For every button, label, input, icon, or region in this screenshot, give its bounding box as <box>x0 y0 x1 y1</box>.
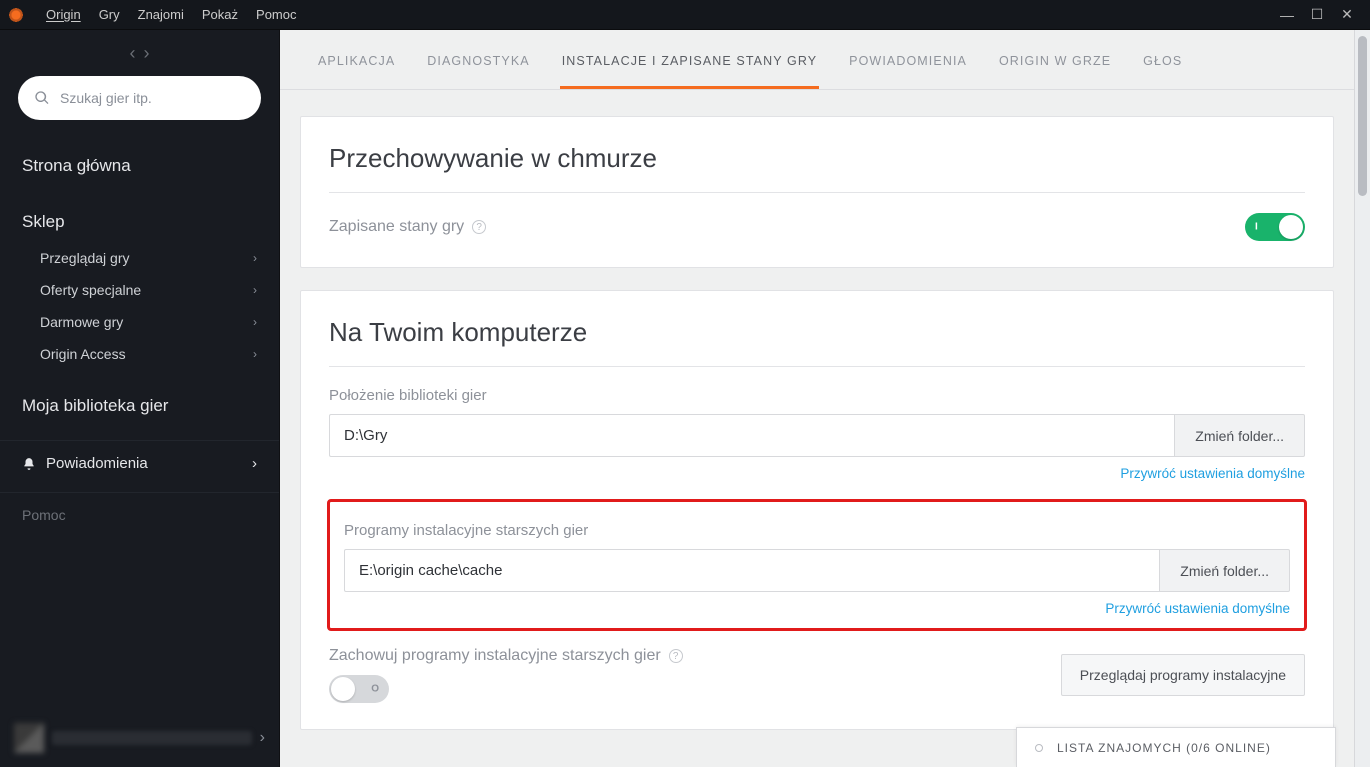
divider <box>329 366 1305 367</box>
menu-games[interactable]: Gry <box>99 7 120 22</box>
nav-forward-icon[interactable]: › <box>144 43 150 64</box>
legacy-installers-label: Programy instalacyjne starszych gier <box>344 522 1290 539</box>
toggle-on-label: I <box>1255 222 1258 233</box>
titlebar: Origin Gry Znajomi Pokaż Pomoc — ☐ ✕ <box>0 0 1370 30</box>
scrollbar-thumb[interactable] <box>1358 36 1367 196</box>
keep-installers-toggle[interactable]: O <box>329 675 389 703</box>
origin-logo-icon <box>8 7 24 23</box>
sidebar-store-browse[interactable]: Przeglądaj gry › <box>0 242 279 274</box>
browse-installers-button[interactable]: Przeglądaj programy instalacyjne <box>1061 654 1305 696</box>
sidebar-help[interactable]: Pomoc <box>0 493 279 537</box>
search-field[interactable] <box>18 76 261 120</box>
toggle-off-label: O <box>371 684 379 695</box>
bell-icon <box>22 457 36 471</box>
sidebar-item-label: Oferty specjalne <box>40 282 141 298</box>
keep-installers-label: Zachowuj programy instalacyjne starszych… <box>329 647 683 665</box>
nav-arrows: ‹ › <box>0 30 279 76</box>
sidebar-item-label: Origin Access <box>40 346 126 362</box>
chevron-right-icon: › <box>253 251 257 265</box>
content: APLIKACJA DIAGNOSTYKA INSTALACJE I ZAPIS… <box>280 30 1354 767</box>
search-icon <box>34 90 50 106</box>
chevron-right-icon: › <box>253 315 257 329</box>
tab-origin-ingame[interactable]: ORIGIN W GRZE <box>997 54 1113 89</box>
friends-list-label: LISTA ZNAJOMYCH (0/6 ONLINE) <box>1057 741 1271 755</box>
search-input[interactable] <box>60 90 245 106</box>
tab-installs-saves[interactable]: INSTALACJE I ZAPISANE STANY GRY <box>560 54 819 89</box>
window-close-icon[interactable]: ✕ <box>1332 6 1362 23</box>
friends-list-widget[interactable]: LISTA ZNAJOMYCH (0/6 ONLINE) <box>1016 727 1336 767</box>
window-minimize-icon[interactable]: — <box>1272 7 1302 23</box>
divider <box>329 192 1305 193</box>
sidebar-store-access[interactable]: Origin Access › <box>0 338 279 370</box>
legacy-installers-highlight: Programy instalacyjne starszych gier Zmi… <box>327 499 1307 631</box>
sidebar-store-free[interactable]: Darmowe gry › <box>0 306 279 338</box>
cloud-saves-toggle[interactable]: I <box>1245 213 1305 241</box>
menu-show[interactable]: Pokaż <box>202 7 238 22</box>
main: APLIKACJA DIAGNOSTYKA INSTALACJE I ZAPIS… <box>280 30 1370 767</box>
change-legacy-folder-button[interactable]: Zmień folder... <box>1159 549 1290 592</box>
help-icon[interactable]: ? <box>472 220 486 234</box>
chevron-right-icon: › <box>253 347 257 361</box>
sidebar-item-label: Darmowe gry <box>40 314 123 330</box>
chevron-right-icon: › <box>260 729 265 747</box>
card-title: Przechowywanie w chmurze <box>329 143 1305 174</box>
sidebar-item-label: Przeglądaj gry <box>40 250 130 266</box>
chevron-right-icon: › <box>253 283 257 297</box>
card-title: Na Twoim komputerze <box>329 317 1305 348</box>
restore-legacy-default-link[interactable]: Przywróć ustawienia domyślne <box>1105 601 1290 616</box>
sidebar-user-row[interactable]: › <box>0 713 279 767</box>
library-location-label: Położenie biblioteki gier <box>329 387 1305 404</box>
tab-application[interactable]: APLIKACJA <box>316 54 397 89</box>
nav-back-icon[interactable]: ‹ <box>130 43 136 64</box>
card-cloud-storage: Przechowywanie w chmurze Zapisane stany … <box>300 116 1334 268</box>
window-maximize-icon[interactable]: ☐ <box>1302 6 1332 23</box>
cloud-saves-label: Zapisane stany gry ? <box>329 218 486 236</box>
status-dot-icon <box>1035 744 1043 752</box>
restore-library-default-link[interactable]: Przywróć ustawienia domyślne <box>1120 466 1305 481</box>
menu-help[interactable]: Pomoc <box>256 7 296 22</box>
help-icon[interactable]: ? <box>669 649 683 663</box>
legacy-path-input[interactable] <box>344 549 1159 592</box>
scrollbar[interactable] <box>1354 30 1370 767</box>
sidebar-store[interactable]: Sklep <box>0 202 279 242</box>
sidebar: ‹ › Strona główna Sklep Przeglądaj gry› … <box>0 30 280 767</box>
sidebar-home[interactable]: Strona główna <box>0 146 279 186</box>
avatar <box>14 723 44 753</box>
settings-tabs: APLIKACJA DIAGNOSTYKA INSTALACJE I ZAPIS… <box>280 30 1354 90</box>
menu-friends[interactable]: Znajomi <box>138 7 184 22</box>
toggle-knob <box>331 677 355 701</box>
change-library-folder-button[interactable]: Zmień folder... <box>1174 414 1305 457</box>
username-redacted <box>52 731 252 745</box>
settings-scroll-area[interactable]: Przechowywanie w chmurze Zapisane stany … <box>280 90 1354 765</box>
sidebar-library[interactable]: Moja biblioteka gier <box>0 386 279 426</box>
toggle-knob <box>1279 215 1303 239</box>
sidebar-notifications[interactable]: Powiadomienia › <box>0 441 279 486</box>
card-local-storage: Na Twoim komputerze Położenie biblioteki… <box>300 290 1334 730</box>
library-path-input[interactable] <box>329 414 1174 457</box>
sidebar-store-offers[interactable]: Oferty specjalne › <box>0 274 279 306</box>
tab-notifications[interactable]: POWIADOMIENIA <box>847 54 969 89</box>
menu-origin[interactable]: Origin <box>46 7 81 22</box>
sidebar-item-label: Powiadomienia <box>46 455 148 472</box>
chevron-right-icon: › <box>252 455 257 472</box>
tab-voice[interactable]: GŁOS <box>1141 54 1184 89</box>
tab-diagnostics[interactable]: DIAGNOSTYKA <box>425 54 531 89</box>
